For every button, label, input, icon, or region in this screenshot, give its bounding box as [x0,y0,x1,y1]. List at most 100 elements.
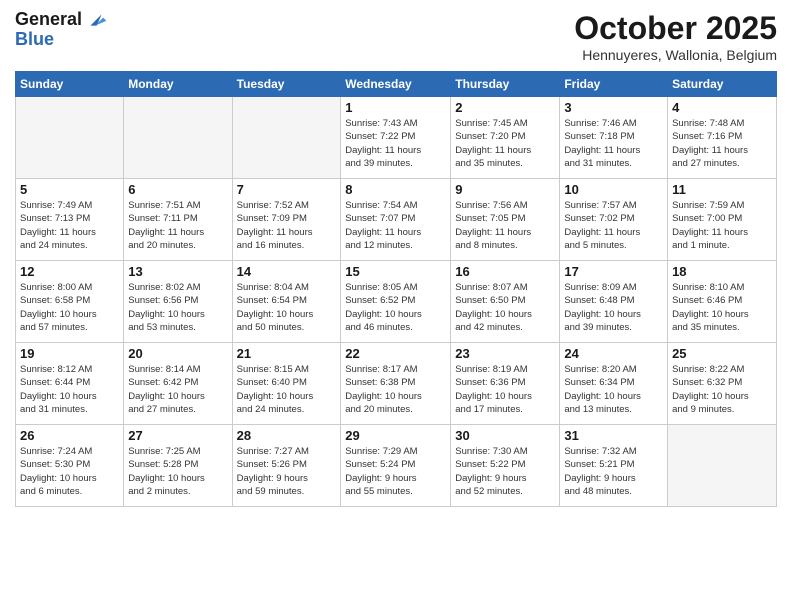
day-number: 13 [128,264,227,279]
table-row: 3 Sunrise: 7:46 AM Sunset: 7:18 PM Daylig… [560,97,668,179]
day-info: Sunrise: 7:52 AM Sunset: 7:09 PM Dayligh… [237,199,337,252]
day-number: 1 [345,100,446,115]
table-row [16,97,124,179]
table-row: 29 Sunrise: 7:29 AM Sunset: 5:24 PM Dayli… [341,425,451,507]
day-number: 5 [20,182,119,197]
table-row: 30 Sunrise: 7:30 AM Sunset: 5:22 PM Dayli… [451,425,560,507]
table-row: 2 Sunrise: 7:45 AM Sunset: 7:20 PM Daylig… [451,97,560,179]
day-number: 18 [672,264,772,279]
day-number: 7 [237,182,337,197]
day-info: Sunrise: 8:05 AM Sunset: 6:52 PM Dayligh… [345,281,446,334]
header-tuesday: Tuesday [232,72,341,97]
day-number: 8 [345,182,446,197]
logo-text-blue: Blue [15,29,54,49]
calendar-table: Sunday Monday Tuesday Wednesday Thursday… [15,71,777,507]
table-row: 4Sunrise: 7:48 AM Sunset: 7:16 PM Daylig… [668,97,777,179]
day-info: Sunrise: 7:56 AM Sunset: 7:05 PM Dayligh… [455,199,555,252]
header-sunday: Sunday [16,72,124,97]
table-row: 27 Sunrise: 7:25 AM Sunset: 5:28 PM Dayli… [124,425,232,507]
day-info: Sunrise: 7:30 AM Sunset: 5:22 PM Dayligh… [455,445,555,498]
calendar-week-row: 5 Sunrise: 7:49 AM Sunset: 7:13 PM Daylig… [16,179,777,261]
day-number: 31 [564,428,663,443]
day-info: Sunrise: 8:20 AM Sunset: 6:34 PM Dayligh… [564,363,663,416]
table-row: 9 Sunrise: 7:56 AM Sunset: 7:05 PM Daylig… [451,179,560,261]
table-row: 7 Sunrise: 7:52 AM Sunset: 7:09 PM Daylig… [232,179,341,261]
day-info: Sunrise: 8:09 AM Sunset: 6:48 PM Dayligh… [564,281,663,334]
day-number: 23 [455,346,555,361]
day-info: Sunrise: 8:15 AM Sunset: 6:40 PM Dayligh… [237,363,337,416]
header-monday: Monday [124,72,232,97]
logo: General Blue [15,10,108,50]
day-info: Sunrise: 7:25 AM Sunset: 5:28 PM Dayligh… [128,445,227,498]
day-info: Sunrise: 7:59 AM Sunset: 7:00 PM Dayligh… [672,199,772,252]
day-number: 29 [345,428,446,443]
day-info: Sunrise: 7:46 AM Sunset: 7:18 PM Dayligh… [564,117,663,170]
title-block: October 2025 Hennuyeres, Wallonia, Belgi… [574,10,777,63]
day-number: 21 [237,346,337,361]
day-info: Sunrise: 7:48 AM Sunset: 7:16 PM Dayligh… [672,117,772,170]
table-row: 20 Sunrise: 8:14 AM Sunset: 6:42 PM Dayli… [124,343,232,425]
day-number: 14 [237,264,337,279]
table-row: 11Sunrise: 7:59 AM Sunset: 7:00 PM Dayli… [668,179,777,261]
table-row: 15 Sunrise: 8:05 AM Sunset: 6:52 PM Dayli… [341,261,451,343]
day-info: Sunrise: 8:22 AM Sunset: 6:32 PM Dayligh… [672,363,772,416]
day-info: Sunrise: 7:49 AM Sunset: 7:13 PM Dayligh… [20,199,119,252]
day-info: Sunrise: 8:02 AM Sunset: 6:56 PM Dayligh… [128,281,227,334]
table-row: 23Sunrise: 8:19 AM Sunset: 6:36 PM Dayli… [451,343,560,425]
day-number: 19 [20,346,119,361]
day-number: 9 [455,182,555,197]
table-row [668,425,777,507]
day-number: 3 [564,100,663,115]
day-info: Sunrise: 7:51 AM Sunset: 7:11 PM Dayligh… [128,199,227,252]
day-number: 6 [128,182,227,197]
day-number: 2 [455,100,555,115]
day-info: Sunrise: 7:27 AM Sunset: 5:26 PM Dayligh… [237,445,337,498]
page-container: General Blue October 2025 Hennuyeres, Wa… [0,0,792,517]
table-row: 1Sunrise: 7:43 AM Sunset: 7:22 PM Daylig… [341,97,451,179]
logo-icon [84,10,108,30]
day-info: Sunrise: 8:14 AM Sunset: 6:42 PM Dayligh… [128,363,227,416]
day-info: Sunrise: 7:29 AM Sunset: 5:24 PM Dayligh… [345,445,446,498]
day-number: 15 [345,264,446,279]
day-number: 30 [455,428,555,443]
day-info: Sunrise: 7:24 AM Sunset: 5:30 PM Dayligh… [20,445,119,498]
table-row: 19 Sunrise: 8:12 AM Sunset: 6:44 PM Dayli… [16,343,124,425]
day-number: 22 [345,346,446,361]
table-row [124,97,232,179]
day-info: Sunrise: 7:32 AM Sunset: 5:21 PM Dayligh… [564,445,663,498]
table-row: 24Sunrise: 8:20 AM Sunset: 6:34 PM Dayli… [560,343,668,425]
day-info: Sunrise: 8:00 AM Sunset: 6:58 PM Dayligh… [20,281,119,334]
table-row: 16 Sunrise: 8:07 AM Sunset: 6:50 PM Dayli… [451,261,560,343]
day-number: 27 [128,428,227,443]
table-row: 28 Sunrise: 7:27 AM Sunset: 5:26 PM Dayli… [232,425,341,507]
day-info: Sunrise: 8:04 AM Sunset: 6:54 PM Dayligh… [237,281,337,334]
table-row: 31 Sunrise: 7:32 AM Sunset: 5:21 PM Dayli… [560,425,668,507]
table-row [232,97,341,179]
table-row: 12Sunrise: 8:00 AM Sunset: 6:58 PM Dayli… [16,261,124,343]
day-number: 26 [20,428,119,443]
calendar-week-row: 19 Sunrise: 8:12 AM Sunset: 6:44 PM Dayli… [16,343,777,425]
header-saturday: Saturday [668,72,777,97]
calendar-week-row: 12Sunrise: 8:00 AM Sunset: 6:58 PM Dayli… [16,261,777,343]
day-info: Sunrise: 8:17 AM Sunset: 6:38 PM Dayligh… [345,363,446,416]
table-row: 8Sunrise: 7:54 AM Sunset: 7:07 PM Daylig… [341,179,451,261]
table-row: 14 Sunrise: 8:04 AM Sunset: 6:54 PM Dayli… [232,261,341,343]
calendar-week-row: 26 Sunrise: 7:24 AM Sunset: 5:30 PM Dayli… [16,425,777,507]
table-row: 17Sunrise: 8:09 AM Sunset: 6:48 PM Dayli… [560,261,668,343]
location-subtitle: Hennuyeres, Wallonia, Belgium [574,47,777,63]
header-thursday: Thursday [451,72,560,97]
header-friday: Friday [560,72,668,97]
day-info: Sunrise: 7:57 AM Sunset: 7:02 PM Dayligh… [564,199,663,252]
logo-text-general: General [15,10,82,30]
table-row: 21 Sunrise: 8:15 AM Sunset: 6:40 PM Dayli… [232,343,341,425]
day-number: 28 [237,428,337,443]
header-wednesday: Wednesday [341,72,451,97]
day-number: 16 [455,264,555,279]
table-row: 26 Sunrise: 7:24 AM Sunset: 5:30 PM Dayli… [16,425,124,507]
table-row: 5 Sunrise: 7:49 AM Sunset: 7:13 PM Daylig… [16,179,124,261]
day-number: 20 [128,346,227,361]
day-info: Sunrise: 8:07 AM Sunset: 6:50 PM Dayligh… [455,281,555,334]
day-info: Sunrise: 7:45 AM Sunset: 7:20 PM Dayligh… [455,117,555,170]
day-info: Sunrise: 8:10 AM Sunset: 6:46 PM Dayligh… [672,281,772,334]
day-info: Sunrise: 8:12 AM Sunset: 6:44 PM Dayligh… [20,363,119,416]
